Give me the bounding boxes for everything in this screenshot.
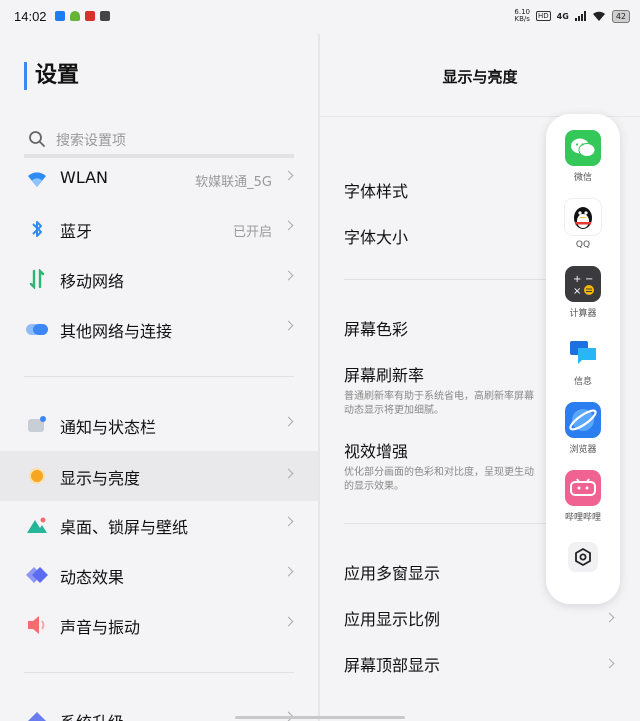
dock-app-label: 信息	[573, 377, 592, 387]
signal-icon	[574, 11, 586, 21]
chevron-right-icon	[283, 320, 294, 331]
sidebar-item-label: WLAN	[60, 168, 109, 187]
qq-penguin-icon	[564, 198, 602, 236]
notification-icons	[55, 11, 110, 21]
chevron-right-icon	[283, 468, 294, 479]
net-speed-unit: KB/s	[514, 15, 530, 23]
svg-text:×: ×	[573, 286, 581, 297]
sidebar-item-label: 通知与状态栏	[60, 418, 157, 437]
dock-app-label: QQ	[575, 240, 591, 250]
sidebar-item-mobile-network[interactable]: 移动网络	[0, 255, 318, 303]
search-input[interactable]: 搜索设置项	[56, 130, 126, 150]
animation-icon	[26, 567, 48, 583]
svg-text:+: +	[573, 274, 581, 285]
sidebar-item-label: 动态效果	[60, 568, 125, 587]
play-store-icon	[100, 11, 110, 21]
setting-label: 应用显示比例	[344, 610, 441, 629]
wlan-status: 软媒联通_5G	[195, 175, 272, 190]
browser-icon	[565, 402, 601, 438]
chevron-right-icon	[283, 416, 294, 427]
bluetooth-icon	[32, 221, 42, 237]
chevron-right-icon	[283, 616, 294, 627]
update-icon	[28, 712, 46, 721]
detail-title: 显示与亮度	[442, 68, 518, 86]
brightness-icon	[29, 468, 45, 484]
bluetooth-status: 已开启	[232, 225, 272, 240]
dock-app-label: 计算器	[569, 309, 597, 319]
wifi-icon	[28, 172, 46, 187]
sidebar-item-animations[interactable]: 动态效果	[0, 551, 318, 599]
sidebar-item-label: 移动网络	[60, 272, 125, 291]
notif-app-icon	[55, 11, 65, 21]
dock-settings-icon	[575, 548, 591, 566]
section-divider	[24, 672, 294, 673]
setting-aspect-ratio[interactable]: 应用显示比例	[344, 606, 614, 630]
sidebar-item-display[interactable]: 显示与亮度	[0, 451, 318, 501]
search-icon	[29, 131, 45, 147]
svg-text:−: −	[585, 274, 593, 285]
dock-app-label: 浏览器	[569, 445, 597, 455]
sidebar-item-desktop[interactable]: 桌面、锁屏与壁纸	[0, 501, 318, 549]
sidebar-item-label: 系统升级	[60, 709, 124, 721]
setting-label: 屏幕顶部显示	[344, 656, 441, 675]
settings-list-pane: 设置 搜索设置项 WLAN 软媒联通_5G 蓝牙 已开启 移动网络 其他网络与连…	[0, 34, 318, 721]
calculator-icon: + − ×	[565, 266, 601, 302]
section-divider	[24, 376, 294, 377]
net-speed: 6.10 KB/s	[514, 9, 530, 23]
sidebar-item-label: 显示与亮度	[60, 469, 141, 488]
search-bar[interactable]: 搜索设置项	[24, 122, 294, 156]
dock-app-browser[interactable]: 浏览器	[546, 402, 620, 455]
sidebar-item-bluetooth[interactable]: 蓝牙 已开启	[0, 205, 318, 253]
sidebar-item-sound[interactable]: 声音与振动	[0, 601, 318, 649]
notif-red-icon	[85, 11, 95, 21]
dock-app-wechat[interactable]: 微信	[546, 130, 620, 183]
setting-description: 普通刷新率有助于系统省电，高刷新率屏幕动态显示将更加细腻。	[344, 391, 534, 416]
dock-app-messages[interactable]: 信息	[546, 334, 620, 387]
status-bar: 14:02 6.10 KB/s HD 4G 42	[0, 0, 640, 34]
page-title: 设置	[24, 62, 79, 90]
sidebar-item-label: 其他网络与连接	[60, 322, 173, 341]
dock-app-qq[interactable]: QQ	[546, 198, 620, 250]
chevron-right-icon	[283, 516, 294, 527]
sidebar-item-wlan[interactable]: WLAN 软媒联通_5G	[0, 155, 318, 203]
sidebar-item-label: 声音与振动	[60, 618, 141, 637]
network-type: 4G	[556, 11, 569, 21]
sidebar-item-other-network[interactable]: 其他网络与连接	[0, 305, 318, 353]
dock-app-label: 哔哩哔哩	[564, 513, 601, 523]
hd-badge: HD	[536, 11, 551, 21]
mobile-data-icon	[29, 269, 45, 289]
wallpaper-icon	[27, 517, 47, 533]
home-indicator[interactable]	[235, 716, 405, 719]
sidebar-item-label: 桌面、锁屏与壁纸	[60, 518, 189, 537]
chevron-right-icon	[283, 220, 294, 231]
setting-top-display[interactable]: 屏幕顶部显示	[344, 652, 614, 676]
notification-icon	[28, 416, 46, 432]
sidebar-item-notifications[interactable]: 通知与状态栏	[0, 401, 318, 449]
sidebar-item-label: 蓝牙	[60, 222, 93, 241]
wechat-icon	[565, 130, 601, 166]
messages-icon	[565, 334, 601, 370]
android-icon	[70, 11, 80, 21]
dock-settings-button[interactable]	[568, 542, 598, 572]
dock-app-bilibili[interactable]: 哔哩哔哩	[546, 470, 620, 523]
wifi-status-icon	[592, 11, 605, 21]
floating-app-dock[interactable]: 微信 QQ + − × 计算器 信息 浏览器 哔哩哔哩	[546, 114, 620, 604]
connection-icon	[26, 324, 48, 335]
chevron-right-icon	[283, 170, 294, 181]
chevron-right-icon	[283, 566, 294, 577]
chevron-right-icon	[283, 270, 294, 281]
sound-icon	[28, 616, 45, 634]
setting-description: 优化部分画面的色彩和对比度，呈现更生动的显示效果。	[344, 467, 534, 492]
clock: 14:02	[14, 9, 47, 24]
dock-app-label: 微信	[573, 173, 592, 183]
dock-app-calculator[interactable]: + − × 计算器	[546, 266, 620, 319]
status-indicators: 6.10 KB/s HD 4G 42	[514, 9, 630, 23]
battery-icon: 42	[611, 9, 630, 23]
bilibili-icon	[565, 470, 601, 506]
